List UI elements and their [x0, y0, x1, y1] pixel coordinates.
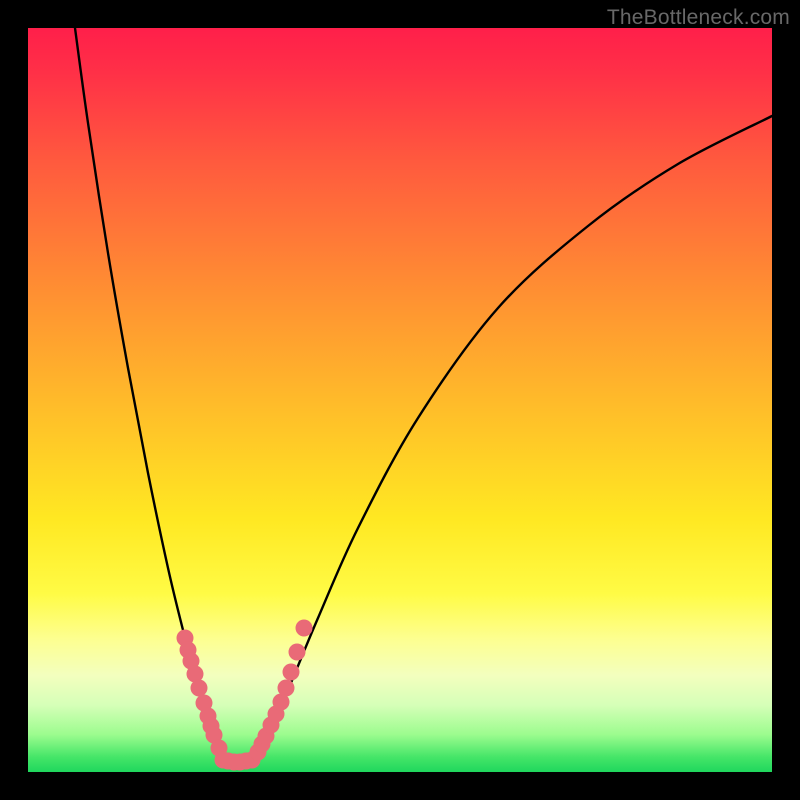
watermark-text: TheBottleneck.com	[607, 6, 790, 30]
data-point	[278, 680, 295, 697]
chart-plot-area	[28, 28, 772, 772]
curve-right-branch	[253, 116, 772, 760]
bottleneck-curve	[28, 28, 772, 772]
data-point	[191, 680, 208, 697]
data-points	[177, 620, 313, 771]
data-point	[283, 664, 300, 681]
curve-left-branch	[75, 28, 223, 760]
data-point	[289, 644, 306, 661]
data-point	[296, 620, 313, 637]
